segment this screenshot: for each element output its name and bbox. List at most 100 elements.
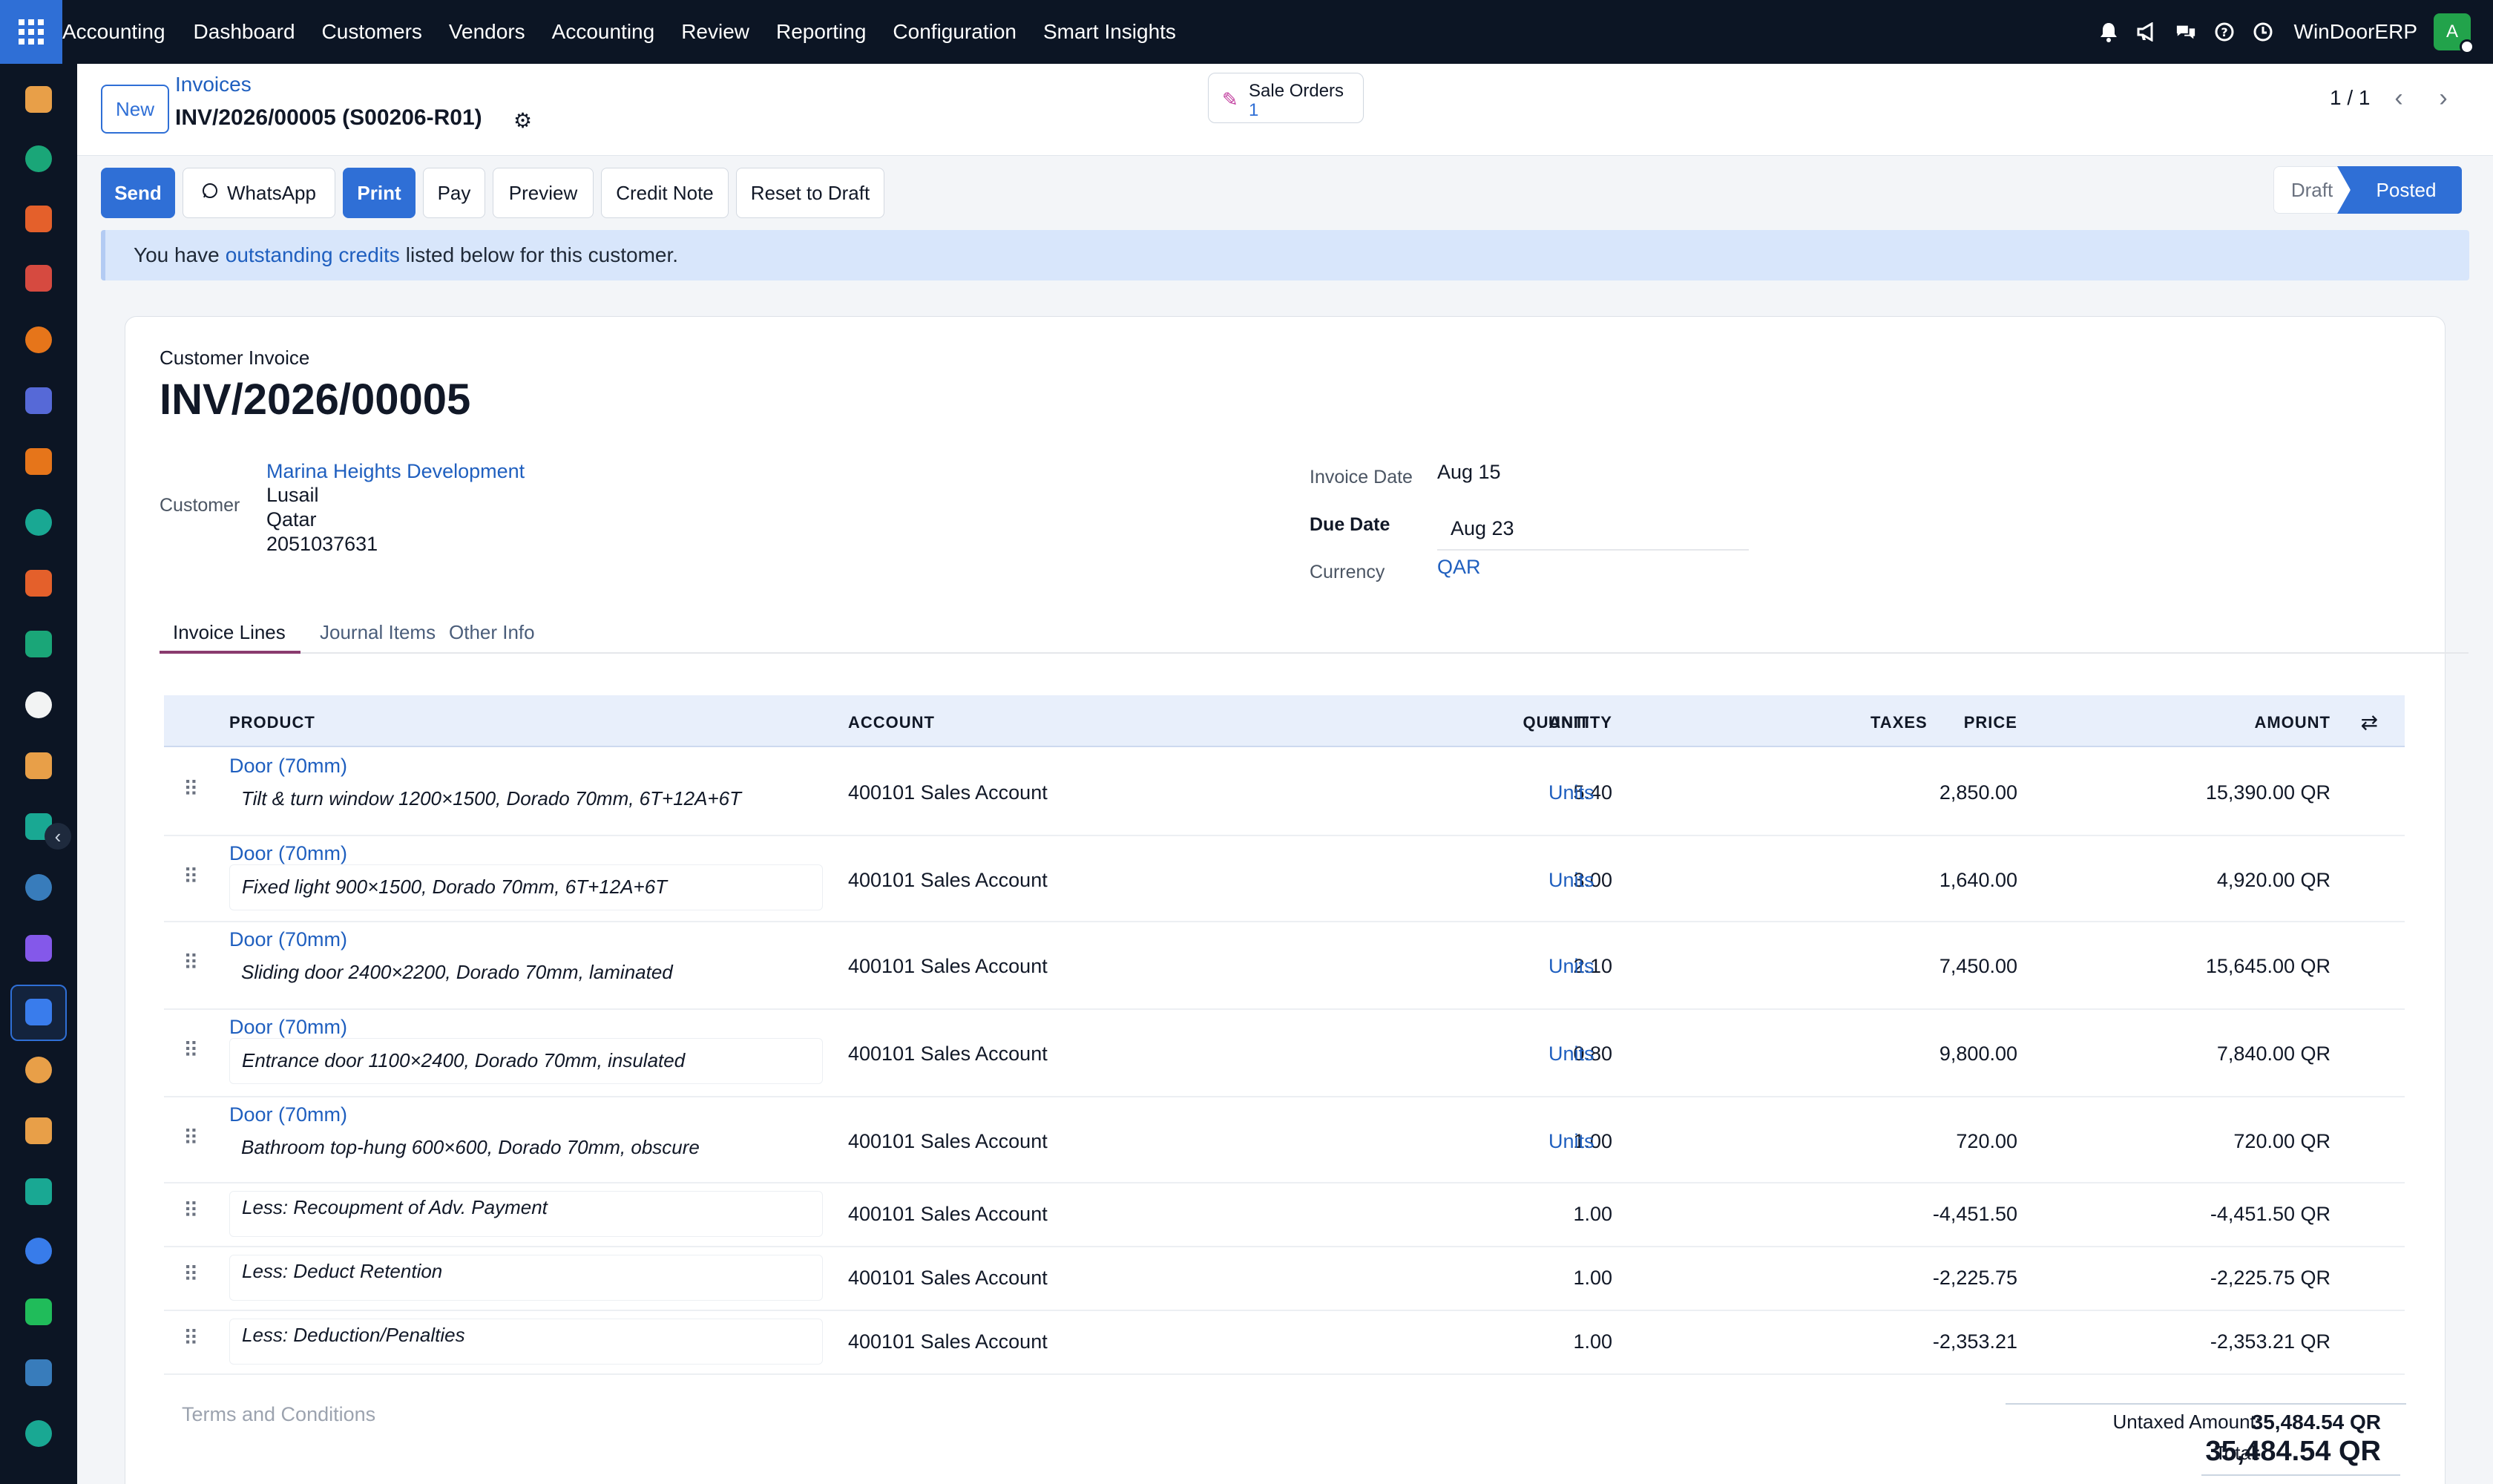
col-unit[interactable]: UNIT (1548, 713, 1589, 732)
send-button[interactable]: Send (101, 168, 175, 218)
line-description[interactable]: Entrance door 1100×2400, Dorado 70mm, in… (229, 1038, 823, 1084)
timesheets-app-icon[interactable] (25, 1359, 52, 1386)
drag-handle-icon[interactable]: ⠿ (183, 1038, 198, 1063)
help-icon[interactable]: ? (2214, 22, 2235, 42)
drag-handle-icon[interactable]: ⠿ (183, 951, 198, 975)
drag-handle-icon[interactable]: ⠿ (183, 1262, 198, 1287)
line-account[interactable]: 400101 Sales Account (848, 1330, 1048, 1353)
project-app-icon[interactable] (25, 509, 52, 536)
chat-app-icon[interactable] (25, 326, 52, 353)
line-product-link[interactable]: Door (70mm) (229, 842, 347, 865)
line-account[interactable]: 400101 Sales Account (848, 955, 1048, 978)
invoice-line-row[interactable]: ⠿ Door (70mm) Fixed light 900×1500, Dorado… (164, 836, 2405, 922)
line-unit-link[interactable]: Units (1548, 869, 1594, 892)
line-price[interactable]: 720.00 (1848, 1130, 2017, 1153)
tab-invoice-lines[interactable]: Invoice Lines (173, 621, 286, 644)
invoice-line-row[interactable]: ⠿ Less: Recoupment of Adv. Payment 400101 … (164, 1183, 2405, 1247)
invoicing-app-icon[interactable] (25, 999, 52, 1025)
menu-smart-insights[interactable]: Smart Insights (1043, 20, 1176, 44)
drag-handle-icon[interactable]: ⠿ (183, 1126, 198, 1150)
due-date-field[interactable]: Aug 23 (1451, 517, 1514, 540)
manufacturing-app-icon[interactable] (25, 935, 52, 962)
apps-app-icon[interactable] (25, 1238, 52, 1264)
invoice-line-row[interactable]: ⠿ Less: Deduction/Penalties 400101 Sales A… (164, 1311, 2405, 1375)
app-menu-icon[interactable] (0, 0, 62, 64)
chat-icon[interactable] (2175, 22, 2196, 42)
collapse-sidebar-icon[interactable]: ‹ (45, 823, 71, 850)
drag-handle-icon[interactable]: ⠿ (183, 777, 198, 801)
line-quantity[interactable]: 1.00 (1434, 1330, 1612, 1353)
employees-app-icon[interactable] (25, 631, 52, 657)
invoice-line-row[interactable]: ⠿ Less: Deduct Retention 400101 Sales Acco… (164, 1247, 2405, 1311)
line-description[interactable]: Sliding door 2400×2200, Dorado 70mm, lam… (229, 951, 823, 997)
menu-vendors[interactable]: Vendors (449, 20, 525, 44)
whatsapp-button[interactable]: WhatsApp (183, 168, 335, 218)
menu-accounting[interactable]: Accounting (552, 20, 655, 44)
menu-customers[interactable]: Customers (322, 20, 422, 44)
pay-button[interactable]: Pay (423, 168, 485, 218)
line-unit-link[interactable]: Units (1548, 1043, 1594, 1066)
team-app-icon[interactable] (25, 1057, 52, 1083)
line-product-link[interactable]: Door (70mm) (229, 1103, 347, 1126)
line-product-link[interactable]: Door (70mm) (229, 1016, 347, 1039)
line-price[interactable]: -2,225.75 (1848, 1267, 2017, 1290)
spreadsheet-app-icon[interactable] (25, 570, 52, 597)
col-amount[interactable]: AMOUNT (2093, 713, 2331, 732)
customer-name-link[interactable]: Marina Heights Development (266, 460, 525, 483)
line-account[interactable]: 400101 Sales Account (848, 1267, 1048, 1290)
dashboard-app-icon[interactable] (25, 265, 52, 292)
drag-handle-icon[interactable]: ⠿ (183, 1198, 198, 1223)
app-name[interactable]: Accounting (62, 20, 165, 44)
new-button[interactable]: New (101, 85, 169, 134)
whatsapp-app-icon[interactable] (25, 1298, 52, 1325)
line-price[interactable]: 7,450.00 (1848, 955, 2017, 978)
bell-icon[interactable] (2098, 22, 2119, 42)
drag-handle-icon[interactable]: ⠿ (183, 1326, 198, 1350)
reset-to-draft-button[interactable]: Reset to Draft (736, 168, 884, 218)
line-description[interactable]: Bathroom top-hung 600×600, Dorado 70mm, … (229, 1126, 823, 1172)
line-description[interactable]: Tilt & turn window 1200×1500, Dorado 70m… (229, 777, 823, 823)
discuss-app-icon[interactable] (25, 86, 52, 113)
line-price[interactable]: 1,640.00 (1848, 869, 2017, 892)
chevron-left-icon[interactable]: ‹ (2377, 76, 2420, 120)
line-account[interactable]: 400101 Sales Account (848, 1203, 1048, 1226)
terms-and-conditions-field[interactable]: Terms and Conditions (182, 1403, 375, 1426)
contacts-app-icon[interactable] (25, 145, 52, 172)
reporting-app-icon[interactable] (25, 206, 52, 232)
line-description[interactable]: Less: Deduction/Penalties (229, 1319, 823, 1365)
invoice-line-row[interactable]: ⠿ Door (70mm) Tilt & turn window 1200×1500… (164, 749, 2405, 836)
menu-reporting[interactable]: Reporting (776, 20, 866, 44)
clock-icon[interactable] (2253, 22, 2273, 42)
gear-icon[interactable]: ⚙ (513, 108, 532, 133)
line-quantity[interactable]: 1.00 (1434, 1267, 1612, 1290)
calendar-app-icon[interactable] (25, 1117, 52, 1144)
drag-handle-icon[interactable]: ⠿ (183, 864, 198, 889)
line-quantity[interactable]: 1.00 (1434, 1203, 1612, 1226)
line-description[interactable]: Fixed light 900×1500, Dorado 70mm, 6T+12… (229, 864, 823, 910)
knowledge-app-icon[interactable] (25, 874, 52, 901)
line-account[interactable]: 400101 Sales Account (848, 781, 1048, 804)
print-button[interactable]: Print (343, 168, 416, 218)
invoice-line-row[interactable]: ⠿ Door (70mm) Sliding door 2400×2200, Dora… (164, 922, 2405, 1010)
menu-review[interactable]: Review (681, 20, 749, 44)
tab-journal-items[interactable]: Journal Items (320, 621, 436, 644)
outstanding-credits-link[interactable]: outstanding credits (226, 243, 400, 267)
line-price[interactable]: 2,850.00 (1848, 781, 2017, 804)
line-price[interactable]: 9,800.00 (1848, 1043, 2017, 1066)
invoice-date-field[interactable]: Aug 15 (1437, 461, 1501, 484)
breadcrumb-invoices[interactable]: Invoices (175, 73, 252, 96)
website-app-icon[interactable] (25, 1420, 52, 1447)
inventory-app-icon[interactable] (25, 692, 52, 718)
line-description[interactable]: Less: Recoupment of Adv. Payment (229, 1191, 823, 1237)
email-marketing-app-icon[interactable] (25, 387, 52, 414)
megaphone-icon[interactable] (2137, 22, 2158, 42)
preview-button[interactable]: Preview (493, 168, 594, 218)
user-avatar[interactable]: A (2434, 13, 2474, 54)
invoice-line-row[interactable]: ⠿ Door (70mm) Bathroom top-hung 600×600, D… (164, 1097, 2405, 1183)
invoice-line-row[interactable]: ⠿ Door (70mm) Entrance door 1100×2400, Dor… (164, 1010, 2405, 1097)
col-account[interactable]: ACCOUNT (848, 713, 935, 732)
line-product-link[interactable]: Door (70mm) (229, 928, 347, 951)
line-unit-link[interactable]: Units (1548, 955, 1594, 978)
line-unit-link[interactable]: Units (1548, 1130, 1594, 1153)
column-options-icon[interactable]: ⇄ (2361, 710, 2378, 735)
